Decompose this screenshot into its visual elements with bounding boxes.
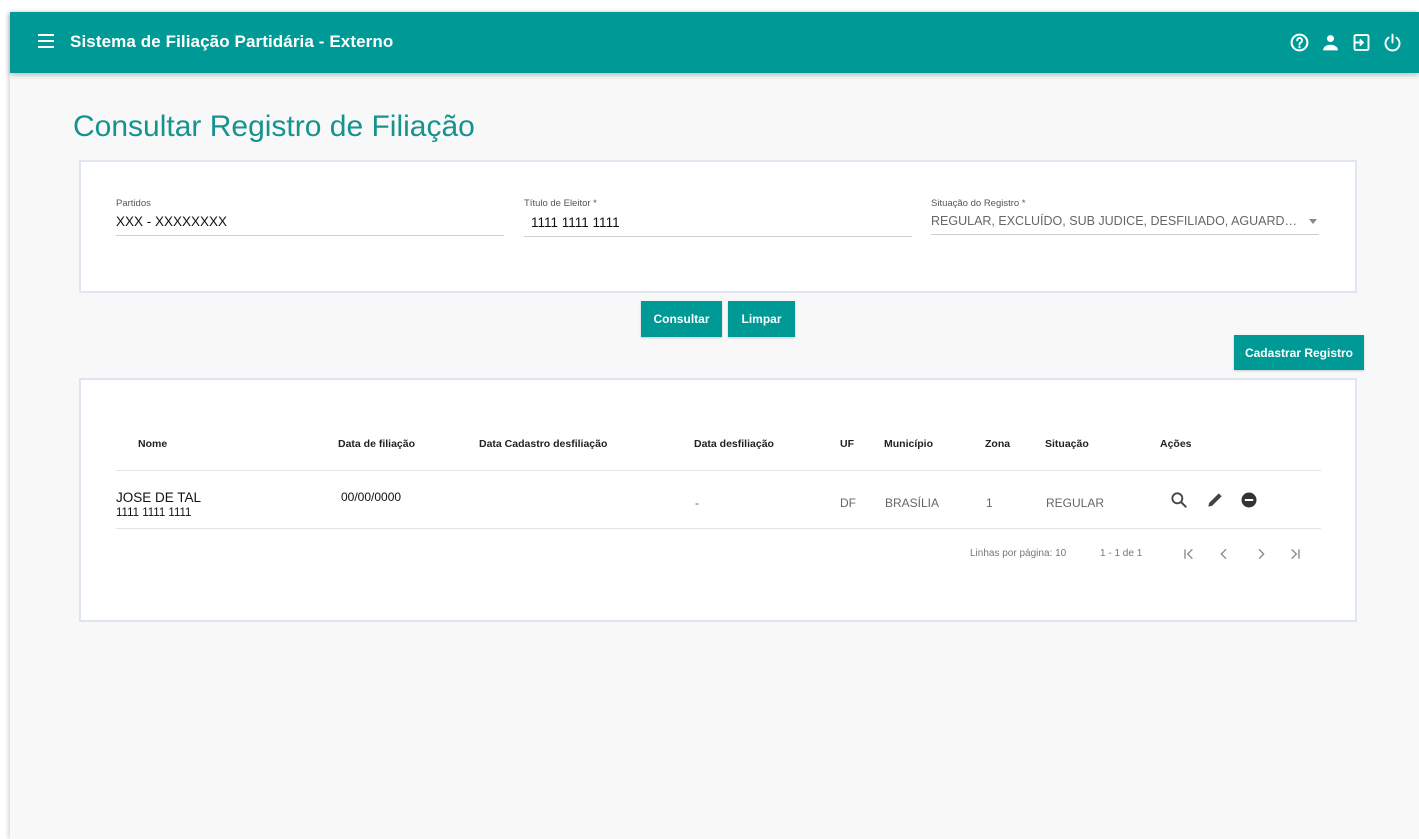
- last-page-icon[interactable]: [1284, 544, 1306, 564]
- app-container: Sistema de Filiação Partidária - Externo…: [10, 12, 1419, 839]
- limpar-button[interactable]: Limpar: [728, 301, 795, 337]
- partidos-input[interactable]: XXX - XXXXXXXX: [116, 210, 504, 236]
- consultar-button[interactable]: Consultar: [641, 301, 722, 337]
- first-page-icon[interactable]: [1178, 544, 1200, 564]
- cell-situacao: REGULAR: [1046, 496, 1105, 510]
- results-table: Nome Data de filiação Data Cadastro desf…: [79, 378, 1357, 622]
- header-data-filiacao[interactable]: Data de filiação: [338, 438, 415, 450]
- previous-page-icon[interactable]: [1213, 544, 1235, 564]
- menu-icon[interactable]: [38, 34, 54, 48]
- filter-card: Partidos XXX - XXXXXXXX Título de Eleito…: [79, 160, 1357, 293]
- partidos-label: Partidos: [116, 198, 151, 209]
- cell-municipio: BRASÍLIA: [885, 496, 940, 510]
- situacao-registro-field[interactable]: Situação do Registro * REGULAR, EXCLUÍDO…: [931, 198, 1319, 235]
- cell-zona: 1: [986, 496, 993, 510]
- header-nome[interactable]: Nome: [138, 438, 167, 450]
- cell-nome: JOSE DE TAL: [116, 490, 202, 505]
- titulo-eleitor-input[interactable]: 1111 1111 1111: [524, 212, 912, 237]
- partidos-field[interactable]: Partidos XXX - XXXXXXXX: [116, 198, 504, 236]
- top-bar: Sistema de Filiação Partidária - Externo: [10, 12, 1419, 73]
- help-icon[interactable]: [1288, 31, 1310, 53]
- page-range: 1 - 1 de 1: [1100, 548, 1143, 559]
- situacao-registro-select[interactable]: REGULAR, EXCLUÍDO, SUB JUDICE, DESFILIAD…: [931, 210, 1319, 235]
- header-data-cadastro-desfiliacao[interactable]: Data Cadastro desfiliação: [479, 438, 607, 450]
- next-page-icon[interactable]: [1250, 544, 1272, 564]
- search-icon[interactable]: [1169, 490, 1189, 510]
- cadastrar-registro-button[interactable]: Cadastrar Registro: [1234, 335, 1364, 370]
- dropdown-arrow-icon[interactable]: [1309, 219, 1317, 224]
- login-icon[interactable]: [1350, 31, 1372, 53]
- cell-data-filiacao: 00/00/0000: [341, 490, 402, 504]
- header-divider: [116, 470, 1321, 471]
- cell-data-desfiliacao: -: [695, 496, 699, 510]
- header-zona[interactable]: Zona: [985, 438, 1010, 450]
- rows-per-page[interactable]: Linhas por página: 10: [970, 548, 1066, 559]
- remove-icon[interactable]: [1239, 490, 1259, 510]
- top-icons: [1279, 30, 1403, 54]
- header-data-desfiliacao[interactable]: Data desfiliação: [694, 438, 774, 450]
- page-title: Consultar Registro de Filiação: [73, 110, 475, 143]
- cell-titulo: 1111 1111 1111: [116, 507, 192, 519]
- situacao-registro-value: REGULAR, EXCLUÍDO, SUB JUDICE, DESFILIAD…: [931, 214, 1319, 228]
- situacao-registro-label: Situação do Registro *: [931, 198, 1026, 209]
- edit-icon[interactable]: [1205, 490, 1225, 510]
- header-municipio[interactable]: Município: [884, 438, 933, 450]
- power-icon[interactable]: [1381, 31, 1403, 53]
- titulo-eleitor-field[interactable]: Título de Eleitor * 1111 1111 1111: [524, 198, 912, 237]
- row-divider: [116, 528, 1321, 529]
- header-situacao[interactable]: Situação: [1045, 438, 1089, 450]
- app-title: Sistema de Filiação Partidária - Externo: [70, 32, 394, 51]
- cell-uf: DF: [840, 496, 856, 510]
- titulo-eleitor-label: Título de Eleitor *: [524, 198, 597, 209]
- user-icon[interactable]: [1319, 31, 1341, 53]
- header-uf[interactable]: UF: [840, 438, 854, 450]
- header-acoes: Ações: [1160, 438, 1192, 450]
